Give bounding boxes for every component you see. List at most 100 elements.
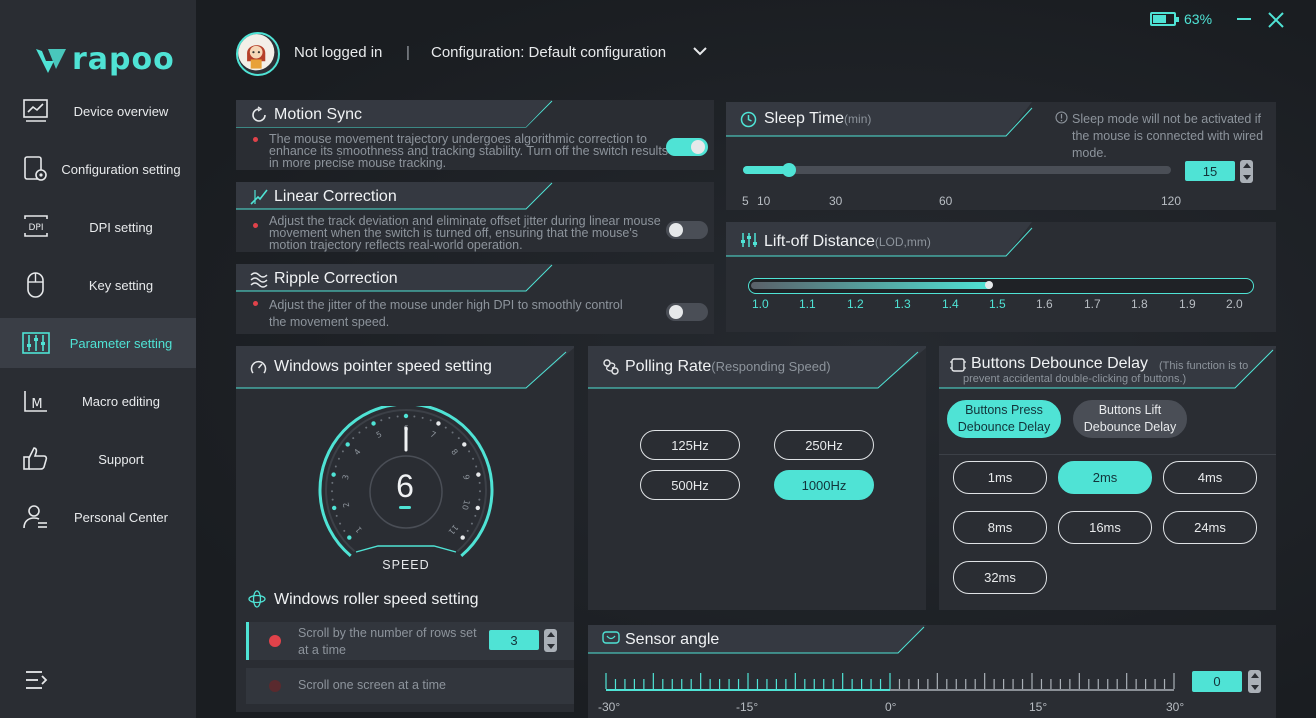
- decrement-icon[interactable]: [546, 643, 555, 649]
- debounce-16ms-button[interactable]: 16ms: [1058, 511, 1152, 544]
- increment-icon[interactable]: [1242, 163, 1251, 169]
- dial-minor-tick: [331, 481, 334, 484]
- dial-label: 3: [341, 474, 351, 481]
- battery-fill: [1153, 15, 1166, 23]
- tick-label: 1.5: [989, 297, 1006, 311]
- sleep-time-title: Sleep Time(min): [764, 110, 871, 128]
- roller-option-screen[interactable]: Scroll one screen at a time: [246, 668, 574, 704]
- svg-text:DPI: DPI: [28, 223, 43, 233]
- motion-sync-toggle[interactable]: [666, 138, 708, 156]
- sensor-angle-value[interactable]: 0: [1192, 671, 1242, 692]
- polling-rate-title-text: Polling Rate: [625, 358, 712, 375]
- close-icon[interactable]: [1266, 10, 1286, 30]
- tab-lift-debounce[interactable]: Buttons Lift Debounce Delay: [1073, 400, 1187, 438]
- debounce-32ms-button[interactable]: 32ms: [953, 561, 1047, 594]
- minimize-icon[interactable]: [1234, 10, 1254, 30]
- header-separator: |: [406, 44, 410, 61]
- sidebar-item-label: Parameter setting: [69, 335, 173, 351]
- menu-collapse-icon[interactable]: [24, 668, 50, 692]
- battery-percent: 63%: [1184, 11, 1213, 27]
- sidebar-item-key-setting[interactable]: Key setting: [0, 260, 196, 310]
- dial-minor-tick: [472, 457, 475, 460]
- configuration-selector[interactable]: Configuration: Default configuration: [431, 44, 666, 61]
- sensor-angle-card: Sensor angle -30° -15° 0° 15° 30° 0: [588, 625, 1276, 718]
- dial-minor-tick: [358, 431, 361, 434]
- polling-1000hz-button[interactable]: 1000Hz: [774, 470, 874, 500]
- dial-major-tick: [475, 505, 481, 511]
- linear-correction-card: Linear Correction Adjust the track devia…: [236, 182, 714, 252]
- increment-icon[interactable]: [546, 632, 555, 638]
- sidebar-item-configuration-setting[interactable]: Configuration setting: [0, 144, 196, 194]
- debounce-24ms-button[interactable]: 24ms: [1163, 511, 1257, 544]
- radio-unselected[interactable]: [269, 680, 281, 692]
- polling-500hz-button[interactable]: 500Hz: [640, 470, 740, 500]
- chevron-down-icon[interactable]: [693, 46, 707, 56]
- dial-label: 2: [341, 501, 351, 508]
- roller-option-rows[interactable]: Scroll by the number of rows set at a ti…: [246, 622, 574, 660]
- sidebar-item-label: Configuration setting: [61, 161, 181, 177]
- sleep-time-stepper[interactable]: [1240, 160, 1253, 183]
- polling-250hz-button[interactable]: 250Hz: [774, 430, 874, 460]
- debounce-4ms-button[interactable]: 4ms: [1163, 461, 1257, 494]
- polling-125hz-button[interactable]: 125Hz: [640, 430, 740, 460]
- tick-label: 1.4: [942, 297, 959, 311]
- pointer-speed-title: Windows pointer speed setting: [274, 358, 492, 375]
- dial-major-tick: [347, 535, 352, 540]
- ripple-correction-desc: Adjust the jitter of the mouse under hig…: [269, 298, 623, 329]
- linear-correction-icon: [250, 189, 268, 205]
- tab-press-debounce[interactable]: Buttons Press Debounce Delay: [947, 400, 1061, 438]
- sidebar-item-dpi-setting[interactable]: DPI DPI setting: [0, 202, 196, 252]
- dial-minor-tick: [380, 419, 383, 422]
- debounce-2ms-button[interactable]: 2ms: [1058, 461, 1152, 494]
- sidebar-item-device-overview[interactable]: Device overview: [0, 86, 196, 136]
- svg-text:M: M: [31, 397, 42, 412]
- tick-label: 5: [742, 194, 749, 208]
- ripple-correction-toggle[interactable]: [666, 303, 708, 321]
- lift-off-slider[interactable]: [748, 278, 1254, 294]
- sleep-time-card: Sleep Time(min) Sleep mode will not be a…: [726, 102, 1276, 210]
- sidebar-item-label: Personal Center: [74, 509, 168, 525]
- speed-value: 6: [396, 468, 414, 504]
- tick-label: 1.1: [799, 297, 816, 311]
- debounce-card: Buttons Debounce Delay (This function is…: [939, 346, 1276, 610]
- decrement-icon[interactable]: [1242, 174, 1251, 180]
- avatar[interactable]: [236, 32, 280, 76]
- dial-base: [355, 545, 457, 553]
- sidebar-item-label: Key setting: [88, 277, 154, 293]
- sidebar-item-personal-center[interactable]: Personal Center: [0, 492, 196, 542]
- slider-handle[interactable]: [782, 163, 796, 177]
- dial-major-tick: [345, 442, 350, 447]
- rows-stepper[interactable]: [544, 629, 557, 652]
- increment-icon[interactable]: [1250, 673, 1259, 679]
- sleep-time-unit: (min): [844, 112, 872, 126]
- debounce-8ms-button[interactable]: 8ms: [953, 511, 1047, 544]
- decrement-icon[interactable]: [1250, 684, 1259, 690]
- sensor-angle-stepper[interactable]: [1248, 670, 1261, 693]
- sidebar-item-label: Support: [98, 451, 144, 467]
- motion-sync-icon: [252, 106, 266, 122]
- clock-icon: [740, 111, 757, 128]
- linear-correction-title: Linear Correction: [274, 188, 397, 205]
- slider-handle[interactable]: [985, 281, 993, 289]
- roller-speed-title: Windows roller speed setting: [274, 591, 479, 608]
- rows-value[interactable]: 3: [489, 630, 539, 650]
- sleep-time-value[interactable]: 15: [1185, 161, 1235, 181]
- sidebar-item-support[interactable]: Support: [0, 434, 196, 484]
- polling-rate-card: Polling Rate(Responding Speed) 125Hz 250…: [588, 346, 926, 610]
- dial-minor-tick: [475, 465, 478, 468]
- motion-sync-card: Motion Sync The mouse movement trajector…: [236, 100, 714, 170]
- dial-minor-tick: [474, 514, 477, 517]
- dial-minor-tick: [421, 416, 424, 419]
- radio-selected[interactable]: [269, 635, 281, 647]
- motion-sync-desc: The mouse movement trajectory undergoes …: [269, 132, 669, 170]
- sensor-angle-slider[interactable]: [602, 669, 1178, 695]
- tick-label: 1.2: [847, 297, 864, 311]
- sidebar-item-parameter-setting[interactable]: Parameter setting: [0, 318, 196, 368]
- sidebar-item-macro-editing[interactable]: M Macro editing: [0, 376, 196, 426]
- login-status[interactable]: Not logged in: [294, 44, 382, 61]
- sleep-time-slider[interactable]: [743, 163, 1171, 177]
- dial-label: 11: [446, 523, 459, 537]
- tick-label: 30°: [1166, 700, 1185, 714]
- debounce-1ms-button[interactable]: 1ms: [953, 461, 1047, 494]
- linear-correction-toggle[interactable]: [666, 221, 708, 239]
